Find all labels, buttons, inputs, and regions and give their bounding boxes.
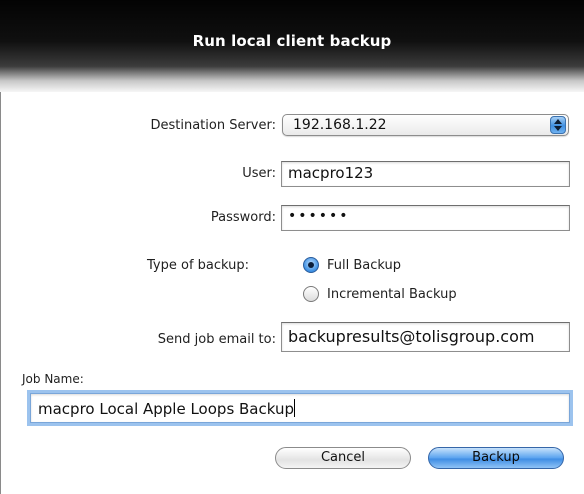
destination-server-popup[interactable]: 192.168.1.22 <box>282 114 569 136</box>
destination-server-label: Destination Server: <box>150 118 276 133</box>
full-backup-radio[interactable] <box>303 257 319 273</box>
full-backup-label: Full Backup <box>327 258 402 273</box>
user-field[interactable]: macpro123 <box>281 161 570 187</box>
job-name-value: macpro Local Apple Loops Backup <box>38 400 295 418</box>
incremental-backup-label: Incremental Backup <box>327 287 457 302</box>
title-bar: Run local client backup <box>0 0 584 92</box>
window-left-border <box>0 92 1 494</box>
destination-server-value: 192.168.1.22 <box>293 117 387 133</box>
text-caret <box>294 399 296 417</box>
email-field[interactable]: backupresults@tolisgroup.com <box>281 322 570 352</box>
window-title: Run local client backup <box>192 32 392 50</box>
send-email-label: Send job email to: <box>157 332 276 347</box>
job-name-label: Job Name: <box>22 372 84 386</box>
job-name-field[interactable]: macpro Local Apple Loops Backup <box>30 393 570 423</box>
incremental-backup-radio[interactable] <box>303 286 319 302</box>
user-label: User: <box>242 166 276 181</box>
backup-type-label: Type of backup: <box>147 258 250 273</box>
popup-arrows-icon <box>550 116 566 134</box>
backup-button[interactable]: Backup <box>428 447 564 469</box>
password-field[interactable]: •••••• <box>281 205 570 231</box>
password-label: Password: <box>210 210 276 225</box>
cancel-button[interactable]: Cancel <box>275 447 411 469</box>
